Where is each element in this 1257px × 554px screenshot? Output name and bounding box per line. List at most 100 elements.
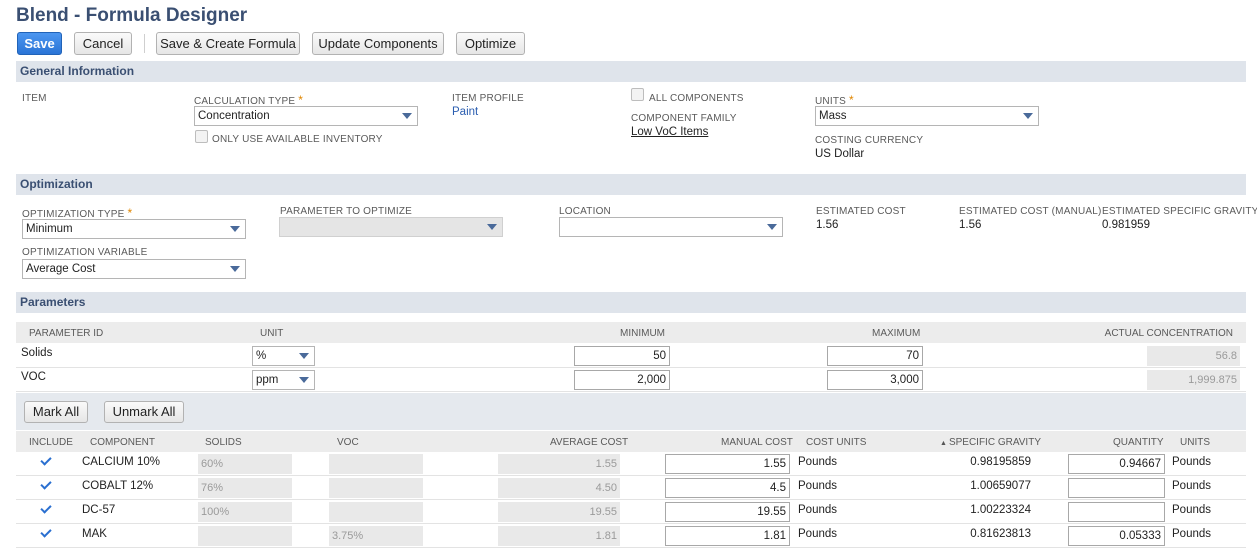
chevron-down-icon — [299, 353, 309, 359]
component-family-label: COMPONENT FAMILY — [631, 113, 737, 124]
chevron-down-icon — [230, 266, 240, 272]
minimum-input[interactable]: 50 — [574, 346, 670, 366]
sort-ascending-icon: ▲ — [940, 440, 947, 447]
estimated-cost-label: ESTIMATED COST — [816, 206, 906, 217]
chevron-down-icon — [299, 377, 309, 383]
item-profile-link[interactable]: Paint — [452, 106, 478, 118]
location-select[interactable] — [559, 217, 783, 237]
column-header-minimum: MINIMUM — [620, 328, 665, 339]
average-cost-value: 1.81 — [498, 526, 620, 546]
unit-value: ppm — [256, 374, 279, 386]
table-row: CALCIUM 10% 60% 1.55 1.55 Pounds 0.98195… — [16, 452, 1246, 476]
optimization-variable-value: Average Cost — [26, 263, 96, 275]
save-create-formula-button[interactable]: Save & Create Formula — [156, 32, 300, 55]
calculation-type-label: CALCULATION TYPE * — [194, 93, 304, 107]
optimize-button[interactable]: Optimize — [456, 32, 525, 55]
chevron-down-icon — [767, 224, 777, 230]
parameters-table-header: PARAMETER ID UNIT MINIMUM MAXIMUM ACTUAL… — [16, 322, 1246, 343]
voc-value: 3.75% — [329, 526, 423, 546]
calculation-type-value: Concentration — [198, 110, 270, 122]
voc-value — [329, 502, 423, 522]
parameter-id: VOC — [21, 371, 46, 383]
calculation-type-select[interactable]: Concentration — [194, 106, 418, 126]
components-table-header: INCLUDE COMPONENT SOLIDS VOC AVERAGE COS… — [16, 431, 1246, 452]
column-header-parameter-id: PARAMETER ID — [29, 328, 104, 339]
table-row: Solids % 50 70 56.8 — [16, 344, 1246, 368]
include-checkbox[interactable] — [39, 455, 52, 468]
costing-currency-label: COSTING CURRENCY — [815, 135, 924, 146]
estimated-cost-value: 1.56 — [816, 219, 839, 231]
unit-select[interactable]: ppm — [252, 370, 315, 390]
maximum-input[interactable]: 70 — [827, 346, 923, 366]
column-header-component: COMPONENT — [90, 437, 155, 448]
optimization-type-select[interactable]: Minimum — [22, 219, 246, 239]
estimated-specific-gravity-value: 0.981959 — [1102, 219, 1150, 231]
only-available-inventory-label: ONLY USE AVAILABLE INVENTORY — [212, 134, 383, 145]
units-value: Pounds — [1172, 480, 1212, 492]
optimization-variable-label: OPTIMIZATION VARIABLE — [22, 247, 148, 258]
optimization-type-value: Minimum — [26, 223, 73, 235]
units-value: Mass — [819, 110, 847, 122]
include-checkbox[interactable] — [39, 527, 52, 540]
column-header-solids: SOLIDS — [205, 437, 242, 448]
component-name: CALCIUM 10% — [82, 456, 160, 468]
average-cost-value: 19.55 — [498, 502, 620, 522]
cost-units-value: Pounds — [798, 480, 838, 492]
minimum-input[interactable]: 2,000 — [574, 370, 670, 390]
optimization-type-label: OPTIMIZATION TYPE * — [22, 206, 133, 220]
parameter-to-optimize-select[interactable] — [279, 217, 503, 237]
cancel-button[interactable]: Cancel — [74, 32, 132, 55]
column-header-average-cost: AVERAGE COST — [550, 437, 629, 448]
component-name: MAK — [82, 528, 107, 540]
specific-gravity-header-label: SPECIFIC GRAVITY — [948, 437, 1041, 448]
manual-cost-input[interactable]: 19.55 — [665, 502, 790, 522]
average-cost-value: 1.55 — [498, 454, 620, 474]
column-header-include: INCLUDE — [29, 437, 73, 448]
manual-cost-input[interactable]: 1.55 — [665, 454, 790, 474]
only-available-inventory-checkbox[interactable] — [195, 130, 208, 143]
cost-units-value: Pounds — [798, 456, 838, 468]
column-header-quantity: QUANTITY — [1113, 437, 1164, 448]
location-label: LOCATION — [559, 206, 611, 217]
required-mark: * — [298, 93, 304, 107]
specific-gravity-value: 1.00223324 — [970, 504, 1031, 516]
manual-cost-input[interactable]: 1.81 — [665, 526, 790, 546]
quantity-input[interactable] — [1068, 478, 1165, 498]
all-components-label: ALL COMPONENTS — [649, 93, 744, 104]
estimated-specific-gravity-label: ESTIMATED SPECIFIC GRAVITY — [1102, 206, 1257, 217]
quantity-input[interactable]: 0.94667 — [1068, 454, 1165, 474]
cost-units-value: Pounds — [798, 504, 838, 516]
required-mark: * — [127, 206, 133, 220]
chevron-down-icon — [1023, 113, 1033, 119]
all-components-checkbox[interactable] — [631, 88, 644, 101]
actual-concentration-value: 56.8 — [1147, 346, 1240, 366]
general-information-header: General Information — [16, 61, 1246, 82]
parameter-id: Solids — [21, 347, 53, 359]
column-header-cost-units: COST UNITS — [806, 437, 867, 448]
item-profile-label: ITEM PROFILE — [452, 93, 524, 104]
component-family-link[interactable]: Low VoC Items — [631, 126, 708, 138]
optimization-variable-select[interactable]: Average Cost — [22, 259, 246, 279]
table-row: DC-57 100% 19.55 19.55 Pounds 1.00223324… — [16, 500, 1246, 524]
include-checkbox[interactable] — [39, 479, 52, 492]
units-select[interactable]: Mass — [815, 106, 1039, 126]
mark-all-button[interactable]: Mark All — [24, 401, 88, 423]
component-name: DC-57 — [82, 504, 116, 516]
units-value: Pounds — [1172, 528, 1212, 540]
update-components-button[interactable]: Update Components — [312, 32, 444, 55]
specific-gravity-value: 0.98195859 — [970, 456, 1031, 468]
maximum-input[interactable]: 3,000 — [827, 370, 923, 390]
column-header-specific-gravity[interactable]: ▲ SPECIFIC GRAVITY — [940, 437, 1041, 448]
unmark-all-button[interactable]: Unmark All — [104, 401, 184, 423]
unit-select[interactable]: % — [252, 346, 315, 366]
quantity-input[interactable]: 0.05333 — [1068, 526, 1165, 546]
table-row: VOC ppm 2,000 3,000 1,999.875 — [16, 368, 1246, 392]
estimated-cost-manual-value: 1.56 — [959, 219, 982, 231]
component-name: COBALT 12% — [82, 480, 154, 492]
save-button[interactable]: Save — [17, 32, 62, 55]
manual-cost-input[interactable]: 4.5 — [665, 478, 790, 498]
include-checkbox[interactable] — [39, 503, 52, 516]
voc-value — [329, 454, 423, 474]
parameters-header: Parameters — [16, 292, 1246, 313]
quantity-input[interactable] — [1068, 502, 1165, 522]
